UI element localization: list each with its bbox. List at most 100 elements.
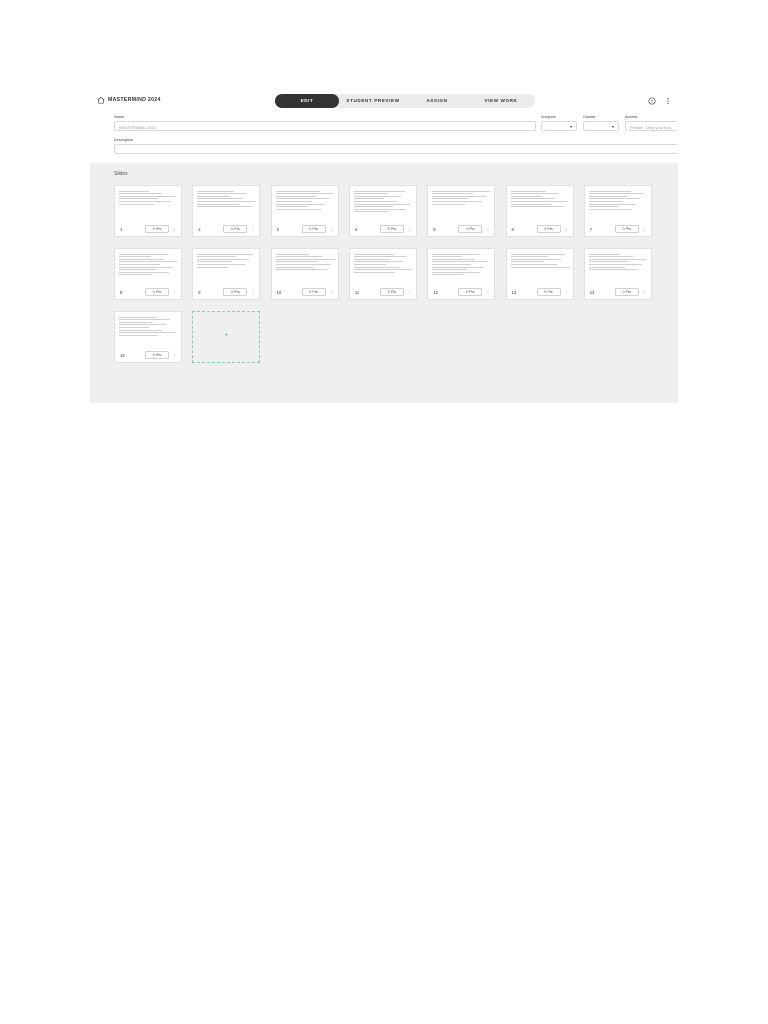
tab-view-work[interactable]: VIEW WORK [467,94,535,108]
thumbnail-line [432,261,489,263]
more-vertical-icon[interactable]: ⋮ [642,290,647,296]
slide-card[interactable]: 12 0 Pts ⋮ [427,248,496,300]
slide-points-input[interactable]: 0 Pts [223,288,248,296]
more-vertical-icon[interactable]: ⋮ [642,227,647,233]
slide-points-input[interactable]: 0 Pts [458,288,483,296]
more-vertical-icon[interactable]: ⋮ [251,290,256,296]
slide-points-input[interactable]: 0 Pts [379,225,404,233]
slide-number: 13 [511,290,517,295]
more-vertical-icon[interactable]: ⋮ [173,227,178,233]
slide-card[interactable]: 3 0 Pts ⋮ [270,185,339,237]
tab-assign[interactable]: ASSIGN [407,94,467,108]
thumbnail-line [432,193,474,195]
thumbnail-line [119,326,149,328]
thumbnail-line [353,263,386,265]
chevron-down-icon: ▾ [611,124,614,129]
more-vertical-icon[interactable]: ⋮ [407,290,412,296]
more-vertical-icon[interactable]: ⋮ [564,227,569,233]
thumbnail-line [432,266,485,268]
thumbnail-line [197,206,253,208]
slide-points-input[interactable]: 0 Pts [379,288,404,296]
help-icon[interactable]: ? [648,97,656,105]
thumbnail-line [588,203,636,205]
slide-points-input[interactable]: 0 Pts [536,225,561,233]
tab-edit[interactable]: EDIT [275,94,339,108]
slide-points-input[interactable]: 0 Pts [301,225,326,233]
description-field[interactable] [114,144,678,154]
app-window: MASTERMIND 2024 EDIT STUDENT PREVIEW ASS… [90,91,678,403]
slide-card[interactable]: 1 0 Pts ⋮ [114,185,182,237]
thumbnail-line [432,258,476,260]
thumbnail-line [119,321,153,323]
subjects-select[interactable]: -- ▾ [541,121,577,131]
thumbnail-line [510,190,546,192]
thumbnail-line [432,256,463,258]
slide-card[interactable]: 10 0 Pts ⋮ [270,248,339,300]
slide-points-input[interactable]: 0 Pts [301,288,326,296]
more-vertical-icon[interactable]: ⋮ [251,227,256,233]
thumbnail-line [119,271,169,273]
slide-points-input[interactable]: 0 Pts [145,351,169,359]
more-vertical-icon[interactable] [664,97,672,105]
more-vertical-icon[interactable]: ⋮ [329,227,334,233]
slide-thumbnail [197,189,257,227]
slide-points-input[interactable]: 0 Pts [458,225,483,233]
slide-number: 12 [433,290,438,295]
app-title: MASTERMIND 2024 [108,97,161,103]
thumbnail-line [510,203,551,205]
thumbnail-line [588,200,623,202]
slide-card[interactable]: 9 0 Pts ⋮ [192,248,261,300]
thumbnail-line [119,190,149,192]
more-vertical-icon[interactable]: ⋮ [329,290,334,296]
name-field[interactable]: MASTERMIND 2024 [114,121,536,131]
access-label: Access [625,115,638,119]
thumbnail-line [510,266,570,268]
home-icon[interactable] [97,96,105,104]
top-bar: MASTERMIND 2024 EDIT STUDENT PREVIEW ASS… [90,91,678,111]
slide-card[interactable]: 11 0 Pts ⋮ [348,248,417,300]
slide-card[interactable]: 15 0 Pts ⋮ [114,311,182,363]
thumbnail-line [432,253,480,255]
slide-points-input[interactable]: 0 Pts [536,288,561,296]
slide-points-input[interactable]: 0 Pts [145,288,169,296]
thumbnail-line [275,263,331,265]
slide-number: 2 [198,227,201,232]
more-vertical-icon[interactable]: ⋮ [173,353,178,359]
thumbnail-line [275,208,321,210]
slide-points-input[interactable]: 0 Pts [223,225,248,233]
slide-points-input[interactable]: 0 Pts [145,225,169,233]
slide-card[interactable]: 2 0 Pts ⋮ [192,185,261,237]
more-vertical-icon[interactable]: ⋮ [173,290,178,296]
thumbnail-line [119,324,166,326]
more-vertical-icon[interactable]: ⋮ [407,227,412,233]
slide-points-input[interactable]: 0 Pts [614,225,639,233]
more-vertical-icon[interactable]: ⋮ [564,290,569,296]
thumbnail-line [510,200,568,202]
slide-thumbnail [432,252,492,290]
more-vertical-icon[interactable]: ⋮ [486,227,491,233]
more-vertical-icon[interactable]: ⋮ [486,290,491,296]
tab-student-preview[interactable]: STUDENT PREVIEW [339,94,407,108]
slide-card[interactable]: 13 0 Pts ⋮ [505,248,574,300]
thumbnail-line [197,258,250,260]
slide-card[interactable]: 5 0 Pts ⋮ [427,185,496,237]
access-select[interactable]: Private - Only your trus [625,121,678,131]
slide-number: 11 [354,290,360,295]
thumbnail-line [197,263,246,265]
thumbnail-line [432,195,487,197]
slide-points-input[interactable]: 0 Pts [614,288,639,296]
thumbnail-line [432,200,483,202]
slide-card[interactable]: 7 0 Pts ⋮ [583,185,652,237]
slide-card[interactable]: 4 0 Pts ⋮ [348,185,417,237]
thumbnail-line [197,198,244,200]
slide-thumbnail [510,252,571,290]
thumbnail-line [197,195,231,197]
slide-card[interactable]: 14 0 Pts ⋮ [583,248,652,300]
add-slide-button[interactable]: + [192,311,261,363]
slide-thumbnail [119,252,179,290]
slide-card[interactable]: 6 0 Pts ⋮ [505,185,574,237]
thumbnail-line [197,203,240,205]
slides-heading: Slides [114,171,128,177]
grades-select[interactable]: -- ▾ [583,121,619,131]
slide-card[interactable]: 8 0 Pts ⋮ [114,248,182,300]
